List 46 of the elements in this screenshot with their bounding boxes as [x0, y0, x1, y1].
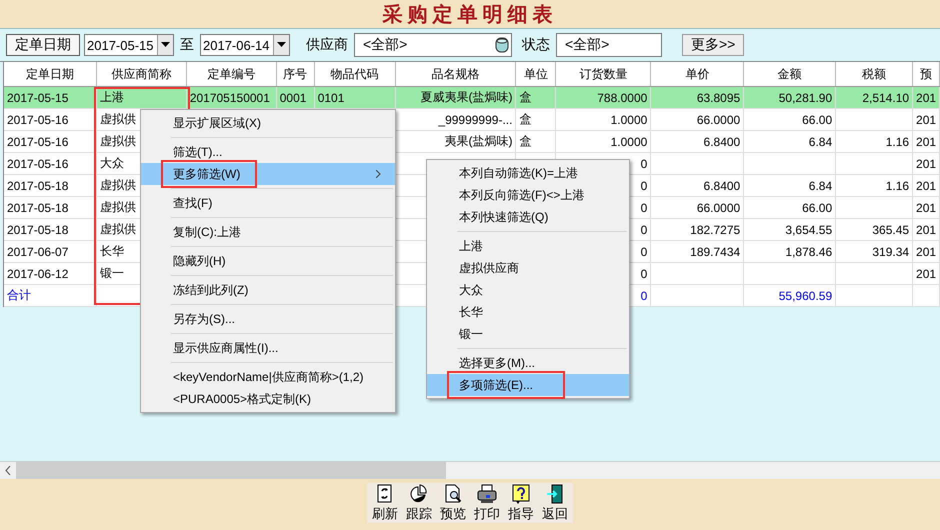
column-header[interactable]: 供应商简称 [96, 62, 187, 86]
dropdown-arrow-icon[interactable] [277, 42, 286, 48]
status-field[interactable]: <全部> [556, 33, 662, 57]
column-header[interactable]: 订货数量 [556, 62, 652, 86]
menu-item[interactable]: 多项筛选(E)... [427, 374, 629, 396]
refresh-button[interactable]: 刷新 [369, 483, 401, 523]
menu-item[interactable]: <keyVendorName|供应商简称>(1,2) [141, 366, 395, 388]
horizontal-scrollbar[interactable] [0, 461, 940, 479]
column-header[interactable]: 序号 [276, 62, 315, 86]
table-cell: 55,960.59 [744, 285, 836, 307]
exit-button[interactable]: 返回 [539, 483, 571, 523]
to-label: 至 [179, 36, 195, 54]
window-title: 采购定单明细表 [382, 2, 558, 28]
vendor-field[interactable]: <全部> [354, 33, 512, 57]
preview-button[interactable]: 预览 [437, 483, 469, 523]
column-header[interactable]: 金额 [744, 62, 836, 86]
menu-item[interactable]: 显示供应商属性(I)... [141, 337, 395, 359]
table-row[interactable]: 2017-05-15 上港 201705150001 0001 0101 夏威夷果(盐焗味) 盒 788.0000 63.8095 50,281.90 2,514.10 201 [4, 87, 940, 109]
date-dropdown[interactable]: 2017-06-14 [200, 34, 290, 56]
scroll-left-icon[interactable] [5, 466, 11, 475]
column-header[interactable]: 单价 [651, 62, 744, 86]
database-icon[interactable] [495, 37, 509, 53]
more-button[interactable]: 更多>> [682, 34, 744, 56]
column-header[interactable]: 定单编号 [186, 62, 277, 86]
menu-item[interactable]: 另存为(S)... [141, 308, 395, 330]
status-label: 状态 [521, 36, 551, 54]
printer-icon[interactable] [476, 483, 498, 505]
menu-item[interactable]: 更多筛选(W) [141, 163, 395, 185]
help-icon[interactable] [510, 483, 532, 505]
menu-item[interactable]: 选择更多(M)... [427, 352, 629, 374]
vendor-label: 供应商 [305, 36, 349, 54]
date-dropdown[interactable]: 2017-05-15 [84, 34, 174, 56]
table-cell: 合计 [4, 285, 97, 307]
column-header[interactable]: 单位 [516, 62, 556, 86]
column-header[interactable]: 品名规格 [396, 62, 516, 86]
column-header[interactable]: 定单日期 [4, 62, 97, 86]
menu-item[interactable]: <PURA0005>格式定制(K) [141, 388, 395, 410]
column-header[interactable]: 税额 [836, 62, 914, 86]
date-button[interactable]: 定单日期 [6, 34, 80, 56]
track-button[interactable]: 跟踪 [403, 483, 435, 523]
menu-item[interactable]: 锻一 [427, 323, 629, 345]
print-button[interactable]: 打印 [471, 483, 503, 523]
help-button[interactable]: 指导 [505, 483, 537, 523]
dropdown-arrow-icon[interactable] [161, 42, 170, 48]
column-header[interactable]: 预 [913, 62, 940, 86]
column-header[interactable]: 物品代码 [314, 62, 396, 86]
